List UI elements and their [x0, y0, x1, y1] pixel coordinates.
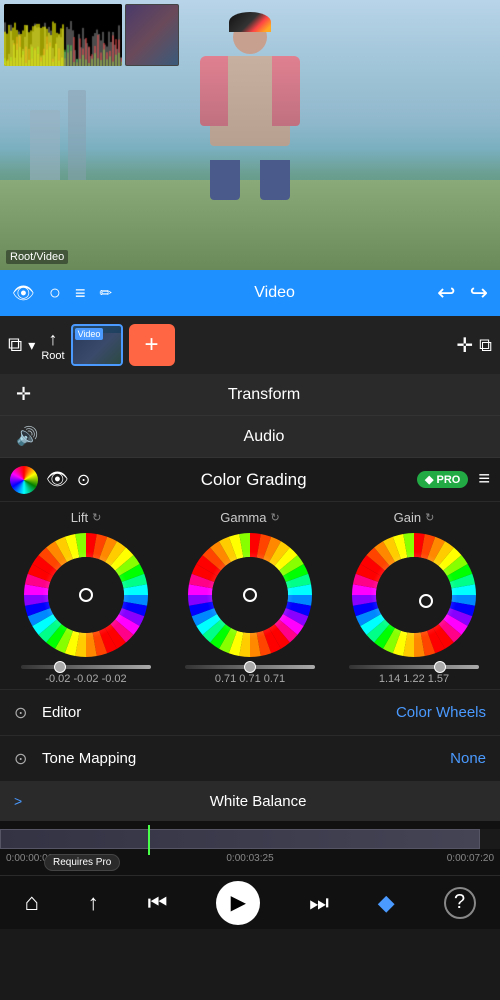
timeline-playhead	[148, 825, 150, 855]
lift-wheel[interactable]	[22, 531, 150, 659]
cg-title: Color Grading	[100, 470, 407, 490]
timeline-clip[interactable]	[0, 829, 480, 849]
add-button[interactable]: +	[129, 324, 175, 366]
audio-label: Audio	[44, 428, 484, 446]
editor-value: Color Wheels	[396, 704, 486, 721]
video-preview: Root/Video	[0, 0, 500, 270]
editor-icon: ⊙	[14, 703, 42, 723]
video-thumb-label: Video	[75, 328, 104, 340]
diamond-button[interactable]: ◆	[378, 890, 395, 916]
cg-menu-icon[interactable]: ≡	[478, 468, 490, 491]
toolbar-title: Video	[254, 284, 295, 302]
white-balance-label: White Balance	[30, 793, 486, 810]
home-button[interactable]: ⌂	[24, 889, 39, 917]
tone-mapping-row[interactable]: ⊙ Tone Mapping None	[0, 735, 500, 781]
menu-icon[interactable]: ≡	[75, 283, 86, 304]
bottom-nav: ⌂ ↑ ⏮ ▶ ⏭ ◆ ?	[0, 875, 500, 929]
gamma-slider[interactable]	[185, 665, 315, 669]
root-tab[interactable]: ↑ Root	[41, 329, 64, 362]
gain-wheel[interactable]	[350, 531, 478, 659]
video-preview-label: Root/Video	[6, 250, 68, 264]
audio-icon: 🔊	[16, 426, 44, 447]
tone-mapping-label: Tone Mapping	[42, 750, 450, 767]
histogram-box	[4, 4, 122, 66]
lift-label: Lift ↻	[71, 510, 102, 525]
lift-wheel-item: Lift ↻	[11, 510, 161, 685]
pro-badge: ◆ PRO	[417, 471, 468, 488]
second-toolbar: ⧉ ▾ ↑ Root Video + ✛ ⧉	[0, 316, 500, 374]
pro-diamond-icon: ◆	[425, 473, 433, 486]
tone-mapping-value: None	[450, 750, 486, 767]
gamma-values: 0.71 0.71 0.71	[215, 673, 285, 685]
undo-icon[interactable]: ↩	[437, 280, 455, 306]
redo-icon[interactable]: ↪	[470, 280, 488, 306]
gamma-wheel-item: Gamma ↻ 0.71 0.71 0.71	[175, 510, 325, 685]
video-thumbnail[interactable]: Video	[71, 324, 123, 366]
transform-label: Transform	[44, 386, 484, 404]
eye-icon[interactable]: 👁	[12, 283, 35, 304]
timeline-time-mid: 0:00:03:25	[226, 853, 273, 864]
color-grading-header: 👁 ⊙ Color Grading ◆ PRO ≡	[0, 458, 500, 502]
gamma-label: Gamma ↻	[220, 510, 279, 525]
audio-row[interactable]: 🔊 Audio	[0, 416, 500, 458]
gain-values: 1.14 1.22 1.57	[379, 673, 449, 685]
timeline-time-end: 0:00:07:20	[447, 853, 494, 864]
cg-settings-icon[interactable]: ⊙	[77, 470, 90, 490]
cg-eye-icon[interactable]: 👁	[46, 469, 69, 490]
color-wheel-icon[interactable]	[10, 466, 38, 494]
prev-button[interactable]: ⏮	[148, 890, 168, 916]
tone-mapping-icon: ⊙	[14, 749, 42, 769]
editor-row[interactable]: ⊙ Editor Color Wheels	[0, 689, 500, 735]
timeline[interactable]: 0:00:00:00 0:00:03:25 0:00:07:20 Require…	[0, 821, 500, 875]
wheels-container: Lift ↻	[0, 502, 500, 689]
gain-label: Gain ↻	[394, 510, 435, 525]
gain-slider[interactable]	[349, 665, 479, 669]
chevron-down-icon[interactable]: ▾	[28, 337, 35, 354]
white-balance-row[interactable]: > White Balance	[0, 781, 500, 821]
wheels-row: Lift ↻	[4, 510, 496, 685]
gamma-wheel[interactable]	[186, 531, 314, 659]
lift-values: -0.02 -0.02 -0.02	[45, 673, 126, 685]
editor-label: Editor	[42, 704, 396, 721]
pencil-icon[interactable]: ✏	[99, 284, 112, 302]
move-icon[interactable]: ✛	[456, 333, 473, 358]
transform-row[interactable]: ✛ Transform	[0, 374, 500, 416]
lift-slider[interactable]	[21, 665, 151, 669]
histogram-overlay	[4, 4, 179, 66]
help-button[interactable]: ?	[444, 887, 476, 919]
circle-icon[interactable]: ○	[49, 282, 61, 305]
gain-refresh-icon[interactable]: ↻	[425, 511, 434, 524]
play-button[interactable]: ▶	[216, 881, 260, 925]
transform-icon: ✛	[16, 384, 44, 405]
lift-refresh-icon[interactable]: ↻	[92, 511, 101, 524]
copy-icon[interactable]: ⧉	[479, 335, 492, 356]
histogram-thumb	[125, 4, 179, 66]
gamma-refresh-icon[interactable]: ↻	[271, 511, 280, 524]
next-button[interactable]: ⏭	[309, 890, 329, 916]
pro-label: PRO	[436, 474, 460, 486]
requires-pro-badge: Requires Pro	[44, 854, 120, 871]
share-button[interactable]: ↑	[88, 890, 99, 916]
gain-wheel-item: Gain ↻ 1.14 1.22 1.57	[339, 510, 489, 685]
top-toolbar: 👁 ○ ≡ ✏ Video ↩ ↪	[0, 270, 500, 316]
editor-section: ⊙ Editor Color Wheels ⊙ Tone Mapping Non…	[0, 689, 500, 781]
layers-icon[interactable]: ⧉	[8, 334, 22, 357]
wb-arrow-icon: >	[14, 793, 22, 809]
